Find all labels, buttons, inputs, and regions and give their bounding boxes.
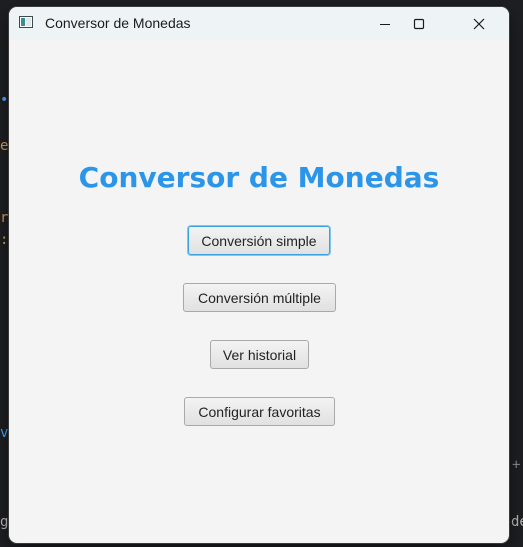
minimize-icon [380,23,390,25]
close-icon [473,18,485,29]
view-history-button[interactable]: Ver historial [210,340,309,369]
multiple-conversion-button[interactable]: Conversión múltiple [183,283,336,312]
configure-favorites-button[interactable]: Configurar favoritas [184,397,335,426]
background-fragment: : [0,232,9,248]
maximize-icon [413,18,425,29]
background-fragment: de [511,514,523,530]
background-fragment: • [0,92,9,108]
background-fragment: + [512,457,521,473]
app-icon [19,16,33,28]
background-fragment: e [0,138,9,154]
background-fragment: v [0,425,9,441]
simple-conversion-button[interactable]: Conversión simple [188,226,330,255]
page-title: Conversor de Monedas [78,161,440,194]
title-bar[interactable]: Conversor de Monedas [9,7,509,40]
app-window: Conversor de Monedas Conversor de Moneda… [9,7,509,543]
background-fragment: g [0,514,9,530]
background-fragment: r [0,210,9,226]
window-title: Conversor de Monedas [45,15,191,31]
maximize-button[interactable] [395,7,443,40]
close-button[interactable] [455,7,503,40]
